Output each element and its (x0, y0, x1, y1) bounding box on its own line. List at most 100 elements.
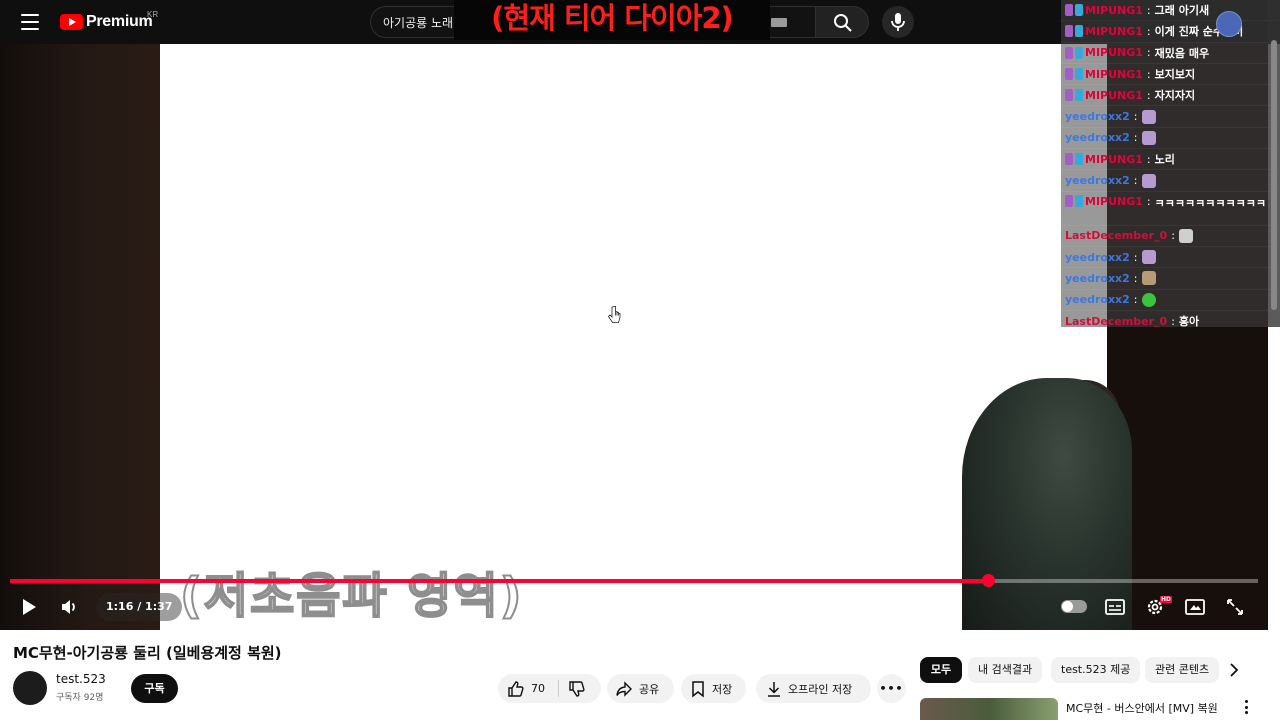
gem-badge-icon (1075, 153, 1083, 166)
chat-username[interactable]: yeedroxx2 (1065, 131, 1130, 144)
chat-message: MIPUNG1: ㅋㅋㅋㅋㅋㅋㅋㅋㅋㅋㅋ (1061, 192, 1280, 226)
chat-message: MIPUNG1: 노리 (1061, 149, 1280, 171)
overlay-banner: (현재 티어 다이아2) (454, 0, 770, 40)
chip-channel[interactable]: test.523 제공 (1051, 657, 1141, 683)
chip-all[interactable]: 모두 (920, 657, 962, 683)
chat-separator: : (1146, 3, 1151, 17)
chat-username[interactable]: yeedroxx2 (1065, 110, 1130, 123)
voice-search-button[interactable] (882, 6, 914, 38)
chat-message: MIPUNG1: 이게 진짜 순수재미 (1061, 21, 1280, 43)
chat-text: 홍아 (1178, 315, 1200, 327)
chat-username[interactable]: LastDecember_0 (1065, 229, 1167, 242)
chat-message: LastDecember_0: 홍아 (1061, 311, 1280, 328)
chat-separator: : (1133, 110, 1138, 124)
chat-message: yeedroxx2: (1061, 170, 1280, 192)
fullscreen-icon[interactable] (1220, 592, 1250, 622)
subscribe-button[interactable]: 구독 (131, 674, 178, 703)
download-icon (768, 681, 780, 697)
chat-username[interactable]: yeedroxx2 (1065, 174, 1130, 187)
youtube-logo[interactable]: Premium (60, 10, 153, 34)
chat-text: 보지보지 (1154, 68, 1196, 82)
chat-scrollbar[interactable] (1268, 0, 1280, 327)
recommended-thumbnail[interactable] (920, 698, 1058, 720)
autoplay-toggle[interactable] (1061, 600, 1087, 613)
mic-icon (891, 13, 905, 31)
chat-emote-icon (1141, 130, 1156, 145)
chat-separator: : (1146, 88, 1151, 102)
save-button[interactable]: 저장 (681, 674, 746, 703)
recommended-menu-icon[interactable] (1243, 700, 1249, 714)
offline-label: 오프라인 저장 (788, 682, 853, 696)
chat-username[interactable]: MIPUNG1 (1085, 25, 1143, 38)
subscriber-count: 구독자 92명 (56, 693, 104, 703)
chat-emote-icon (1141, 109, 1156, 124)
chat-username[interactable]: MIPUNG1 (1085, 4, 1143, 17)
search-value: 아기공룡 노래 (383, 16, 454, 30)
thumbs-down-icon[interactable] (568, 680, 586, 698)
search-button[interactable] (815, 6, 869, 38)
more-actions-button[interactable]: ••• (877, 674, 906, 703)
account-avatar[interactable] (1216, 11, 1242, 37)
member-badge-icon (1065, 194, 1073, 207)
chat-username[interactable]: MIPUNG1 (1085, 68, 1143, 81)
chat-message: MIPUNG1: 그래 아기새 (1061, 0, 1280, 22)
video-info: MC무현-아기공룡 둘리 (일베용계정 복원) test.523 구독자 92명… (0, 630, 1280, 720)
chat-username[interactable]: MIPUNG1 (1085, 153, 1143, 166)
chat-username[interactable]: yeedroxx2 (1065, 251, 1130, 264)
chat-message: MIPUNG1: 자지자지 (1061, 85, 1280, 107)
chip-my-search[interactable]: 내 검색결과 (968, 657, 1043, 683)
offline-save-button[interactable]: 오프라인 저장 (756, 674, 871, 703)
gem-badge-icon (1075, 25, 1083, 38)
chat-separator: : (1133, 293, 1138, 307)
share-button[interactable]: 공유 (607, 674, 674, 703)
volume-button[interactable] (54, 592, 84, 622)
chat-emote-icon (1141, 173, 1156, 188)
hand-cursor-icon (607, 306, 621, 323)
youtube-play-icon (60, 14, 83, 30)
chat-separator: : (1146, 67, 1151, 81)
play-button[interactable] (14, 592, 44, 622)
member-badge-icon (1065, 68, 1073, 81)
subtitles-icon[interactable] (1100, 592, 1130, 622)
recommended-title[interactable]: MC무현 - 버스안에서 [MV] 복원 (1066, 700, 1218, 716)
chat-emote-icon (1141, 292, 1156, 307)
logo-region: KR (147, 10, 159, 19)
theater-mode-icon[interactable] (1180, 592, 1210, 622)
thumbs-up-icon (508, 680, 524, 697)
channel-avatar[interactable] (13, 671, 47, 705)
chat-username[interactable]: yeedroxx2 (1065, 272, 1130, 285)
chat-emote-icon (1178, 228, 1193, 243)
chat-username[interactable]: LastDecember_0 (1065, 315, 1167, 328)
chat-username[interactable]: MIPUNG1 (1085, 195, 1143, 208)
chat-text: 노리 (1154, 153, 1175, 167)
chat-message: yeedroxx2: (1061, 290, 1280, 311)
progress-fill (10, 579, 988, 583)
member-badge-icon (1065, 89, 1073, 102)
chat-username[interactable]: MIPUNG1 (1085, 46, 1143, 59)
chat-separator: : (1146, 24, 1151, 38)
chat-message: yeedroxx2: (1061, 128, 1280, 150)
keyboard-icon[interactable] (771, 18, 787, 27)
chat-username[interactable]: yeedroxx2 (1065, 293, 1130, 306)
video-left-region (0, 44, 160, 630)
menu-icon[interactable] (18, 12, 42, 32)
share-label: 공유 (639, 682, 660, 696)
progress-scrubber[interactable] (982, 574, 995, 587)
channel-name[interactable]: test.523 (56, 672, 106, 686)
chevron-right-icon[interactable] (1226, 662, 1242, 678)
search-icon (834, 14, 852, 32)
chat-separator: : (1146, 194, 1151, 208)
bookmark-icon (692, 680, 704, 698)
chat-separator: : (1133, 174, 1138, 188)
hd-badge: HD (1160, 596, 1173, 603)
chat-separator: : (1146, 152, 1151, 166)
live-chat-overlay: MIPUNG1: 그래 아기새 MIPUNG1: 이게 진짜 순수재미 MIPUNG1:… (1061, 0, 1280, 327)
logo-text: Premium (86, 13, 153, 30)
chat-username[interactable]: MIPUNG1 (1085, 89, 1143, 102)
like-button[interactable]: 70 (498, 674, 601, 703)
chip-related[interactable]: 관련 콘텐츠 (1145, 657, 1219, 683)
chat-message: yeedroxx2: (1061, 106, 1280, 128)
chat-text: 자지자지 (1154, 89, 1196, 103)
member-badge-icon (1065, 46, 1073, 59)
chat-message: yeedroxx2: (1061, 268, 1280, 290)
